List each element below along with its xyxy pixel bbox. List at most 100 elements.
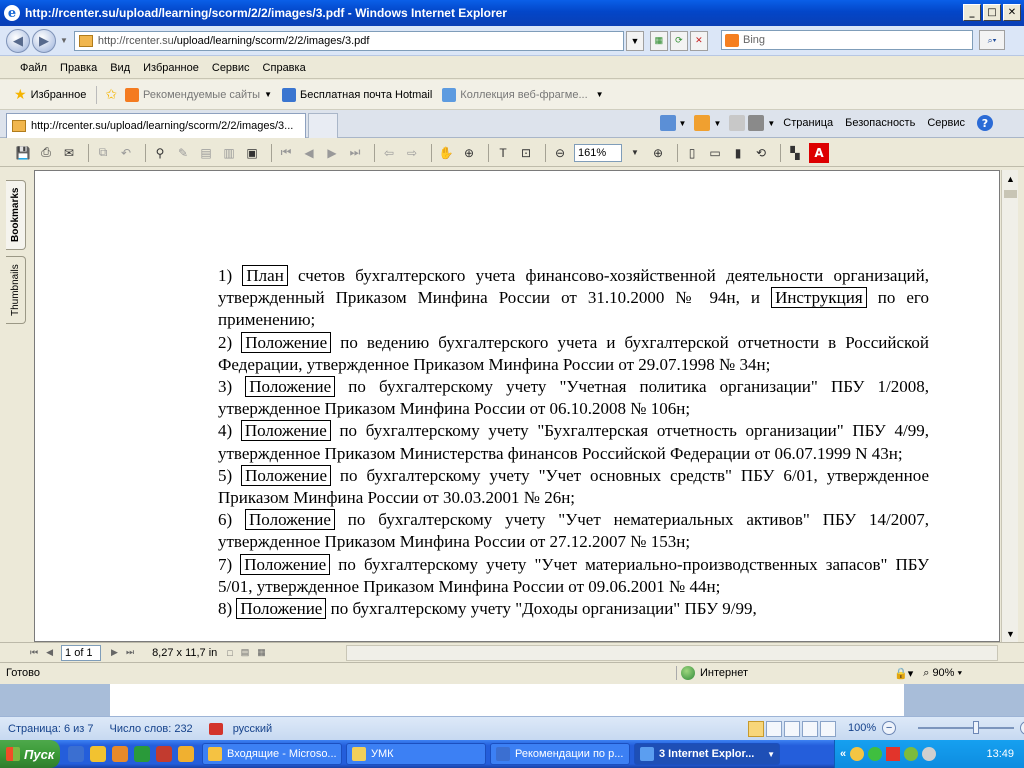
sign-icon[interactable]: ✎ [174,144,192,162]
zoom-out-icon[interactable]: − [882,721,897,735]
menu-help[interactable]: Справка [263,62,306,74]
chevron-down-icon[interactable]: ▼ [679,119,687,128]
menu-file[interactable]: Файл [20,62,47,74]
last-page-icon[interactable]: ⏭ [346,144,364,162]
pdf-page-view[interactable]: 1) План счетов бухгалтерского учета фина… [34,170,1000,642]
ie-zoom[interactable]: ⌕ 90% ▾ [923,667,962,680]
address-dropdown-button[interactable]: ▼ [625,30,644,51]
tray-icon[interactable] [868,747,883,761]
cmd-security[interactable]: Безопасность [845,117,915,129]
facing-pages-icon[interactable]: ▦ [257,647,266,658]
task-outlook[interactable]: Входящие - Microso... [202,743,342,765]
word-icon[interactable] [68,746,84,762]
stop-icon[interactable]: ✕ [689,30,708,51]
snapshot-icon[interactable]: ⊡ [517,144,535,162]
tray-icon[interactable] [886,747,901,761]
search-button[interactable]: ⌕▾ [979,30,1005,50]
fit-width-icon[interactable]: ▮ [729,144,747,162]
rss-feed-icon[interactable] [694,115,711,131]
chevron-down-icon[interactable]: ▼ [767,119,775,128]
app-icon[interactable] [134,746,150,762]
zoom-in-icon[interactable]: ⊕ [649,144,667,162]
security-zone[interactable]: Интернет [676,666,886,680]
print-layout-icon[interactable] [748,721,764,737]
fav-web-slices[interactable]: Коллекция веб-фрагме... ▼ [442,87,604,102]
prev-page-icon[interactable]: ◀ [46,647,53,658]
maximize-button[interactable]: □ [983,4,1001,21]
next-view-icon[interactable]: ⇨ [403,144,421,162]
scroll-thumb[interactable] [1004,190,1017,198]
word-language[interactable]: русский [208,722,288,735]
zoom-tool-icon[interactable]: ⊕ [460,144,478,162]
mail-icon[interactable] [729,115,746,131]
single-page-icon[interactable]: □ [227,648,232,658]
home-icon[interactable] [659,115,676,131]
word-zoom-value[interactable]: 100% [848,722,876,734]
form-icon[interactable]: ▣ [243,144,261,162]
pages-extract-icon[interactable]: ▥ [220,144,238,162]
page-layout-icon[interactable]: ▚ [786,144,804,162]
copy-icon[interactable]: ⧉ [94,144,112,162]
minimize-button[interactable]: _ [963,4,981,21]
start-button[interactable]: Пуск [0,740,60,768]
ie-icon[interactable] [178,746,194,762]
protected-mode-icon[interactable]: 🔒▾ [894,667,913,680]
chevron-down-icon[interactable]: ▼ [713,119,721,128]
close-button[interactable]: ✕ [1003,4,1021,21]
media-player-icon[interactable] [112,746,128,762]
text-select-icon[interactable]: T [494,144,512,162]
print-icon[interactable] [748,115,765,131]
forward-button[interactable]: ▶ [32,28,56,53]
actual-size-icon[interactable]: ▯ [683,144,701,162]
add-favorite-icon[interactable]: ✩ [105,86,117,103]
hand-tool-icon[interactable]: ✋ [437,144,455,162]
fit-page-icon[interactable]: ▭ [706,144,724,162]
reading-view-icon[interactable] [766,721,782,737]
undo-icon[interactable]: ↶ [117,144,135,162]
prev-page-icon[interactable]: ◀ [300,144,318,162]
search-input[interactable]: Bing [721,30,973,50]
menu-edit[interactable]: Правка [60,62,97,74]
help-icon[interactable]: ? [977,115,993,131]
email-icon[interactable]: ✉ [60,144,78,162]
word-page-count[interactable]: Страница: 6 из 7 [8,723,94,735]
cmd-page[interactable]: Страница [783,117,833,129]
bookmarks-tab[interactable]: Bookmarks [6,180,26,250]
last-page-icon[interactable]: ⏭ [126,647,134,658]
history-dropdown-icon[interactable]: ▼ [60,36,68,45]
page-number-input[interactable]: 1 of 1 [61,644,102,661]
draft-view-icon[interactable] [820,721,836,737]
address-bar[interactable]: http://rcenter.su/upload/learning/scorm/… [73,30,624,51]
fav-hotmail[interactable]: Бесплатная почта Hotmail [282,87,432,102]
back-button[interactable]: ◀ [6,28,30,53]
task-word[interactable]: Рекомендации по р... [490,743,630,765]
refresh-icon[interactable]: ⟳ [669,30,688,51]
pages-icon[interactable]: ▤ [197,144,215,162]
word-word-count[interactable]: Число слов: 232 [110,723,193,735]
vertical-scrollbar[interactable]: ▲ ▼ [1001,170,1018,642]
outline-view-icon[interactable] [802,721,818,737]
fav-suggested-sites[interactable]: Рекомендуемые сайты ▼ [125,87,272,102]
favorites-button[interactable]: ★ Избранное [14,86,86,103]
first-page-icon[interactable]: ⏮ [277,144,295,162]
task-folder[interactable]: УМК [346,743,486,765]
next-page-icon[interactable]: ▶ [111,647,118,658]
prev-view-icon[interactable]: ⇦ [380,144,398,162]
scroll-up-icon[interactable]: ▲ [1002,170,1019,187]
word-zoom-slider[interactable] [918,721,1015,734]
horizontal-scrollbar[interactable] [346,645,998,661]
zoom-out-icon[interactable]: ⊖ [551,144,569,162]
find-icon[interactable]: ⚲ [151,144,169,162]
print-icon[interactable]: ⎙ [37,144,55,162]
tab-pdf[interactable]: http://rcenter.su/upload/learning/scorm/… [6,113,306,138]
next-page-icon[interactable]: ▶ [323,144,341,162]
tray-icon[interactable] [850,747,865,761]
menu-favorites[interactable]: Избранное [143,62,199,74]
zoom-in-icon[interactable]: + [1020,721,1024,735]
first-page-icon[interactable]: ⏮ [30,647,38,658]
thumbnails-tab[interactable]: Thumbnails [6,256,26,324]
menu-view[interactable]: Вид [110,62,130,74]
rotate-icon[interactable]: ⟲ [752,144,770,162]
new-tab-button[interactable] [308,113,338,138]
menu-tools[interactable]: Сервис [212,62,250,74]
